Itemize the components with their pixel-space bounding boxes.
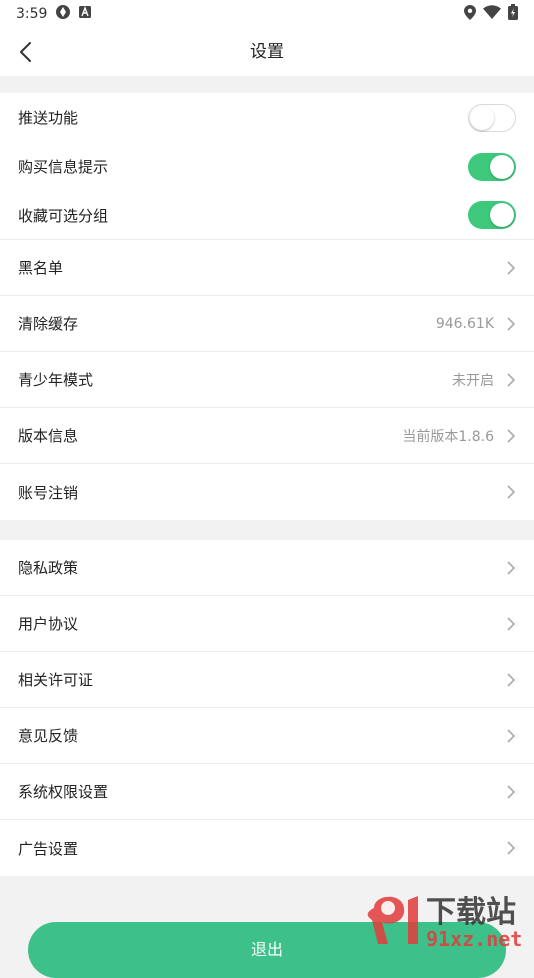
setting-label: 用户协议 <box>18 615 79 633</box>
version-value: 当前版本1.8.6 <box>402 428 494 445</box>
chevron-right-icon <box>506 728 516 744</box>
setting-label: 推送功能 <box>18 109 79 127</box>
setting-label: 版本信息 <box>18 427 79 445</box>
setting-label: 收藏可选分组 <box>18 206 109 225</box>
watermark-url: 91xz.net <box>426 927 522 950</box>
chevron-right-icon <box>506 784 516 800</box>
setting-label: 黑名单 <box>18 259 64 277</box>
setting-privacy-policy[interactable]: 隐私政策 <box>0 540 534 596</box>
setting-purchase-info: 购买信息提示 <box>0 142 534 191</box>
setting-account-cancel[interactable]: 账号注销 <box>0 464 534 520</box>
nav-bar: 设置 <box>0 28 534 76</box>
setting-system-permissions[interactable]: 系统权限设置 <box>0 764 534 820</box>
setting-feedback[interactable]: 意见反馈 <box>0 708 534 764</box>
chevron-right-icon <box>506 260 516 276</box>
setting-user-agreement[interactable]: 用户协议 <box>0 596 534 652</box>
setting-version-info[interactable]: 版本信息 当前版本1.8.6 <box>0 408 534 464</box>
setting-label: 意见反馈 <box>18 727 79 745</box>
settings-section-other: 隐私政策 用户协议 相关许可证 意见反馈 系统权限设置 广告设置 <box>0 540 534 876</box>
status-time: 3:59 <box>16 6 48 22</box>
setting-label: 广告设置 <box>18 839 79 858</box>
setting-clear-cache[interactable]: 清除缓存 946.61K <box>0 296 534 352</box>
teen-mode-value: 未开启 <box>452 372 494 389</box>
app-notification-icon <box>55 4 71 24</box>
favorite-group-toggle[interactable] <box>468 201 516 229</box>
toggle-knob <box>490 203 514 227</box>
wifi-icon <box>483 5 501 23</box>
watermark-brand: 下载站 <box>426 895 516 930</box>
chevron-right-icon <box>506 840 516 856</box>
chevron-right-icon <box>506 372 516 388</box>
setting-label: 青少年模式 <box>18 371 94 389</box>
setting-push: 推送功能 <box>0 93 534 142</box>
chevron-right-icon <box>506 428 516 444</box>
setting-teen-mode[interactable]: 青少年模式 未开启 <box>0 352 534 408</box>
chevron-right-icon <box>506 616 516 632</box>
setting-blacklist[interactable]: 黑名单 <box>0 240 534 296</box>
battery-icon <box>508 4 518 24</box>
setting-label: 购买信息提示 <box>18 158 109 176</box>
status-bar: 3:59 <box>0 0 534 28</box>
setting-label: 隐私政策 <box>18 559 79 577</box>
chevron-right-icon <box>506 560 516 576</box>
setting-label: 清除缓存 <box>18 315 79 333</box>
toggle-knob <box>470 105 494 130</box>
location-icon <box>464 4 476 24</box>
setting-licenses[interactable]: 相关许可证 <box>0 652 534 708</box>
push-toggle[interactable] <box>468 103 516 132</box>
setting-favorite-group: 收藏可选分组 <box>0 191 534 240</box>
setting-label: 账号注销 <box>18 483 79 502</box>
cache-size-value: 946.61K <box>435 315 494 332</box>
toggle-knob <box>490 154 514 179</box>
chevron-right-icon <box>506 672 516 688</box>
watermark-logo: 下载站 91xz.net <box>362 886 532 951</box>
page-title: 设置 <box>250 42 284 62</box>
setting-label: 相关许可证 <box>18 671 94 689</box>
chevron-right-icon <box>506 484 516 500</box>
settings-section-main: 推送功能 购买信息提示 收藏可选分组 黑名单 清除缓存 946.61K 青少年模… <box>0 93 534 520</box>
a-notification-icon <box>79 6 92 22</box>
setting-label: 系统权限设置 <box>18 783 109 801</box>
purchase-info-toggle[interactable] <box>468 152 516 181</box>
setting-ad-settings[interactable]: 广告设置 <box>0 820 534 876</box>
chevron-right-icon <box>506 316 516 332</box>
